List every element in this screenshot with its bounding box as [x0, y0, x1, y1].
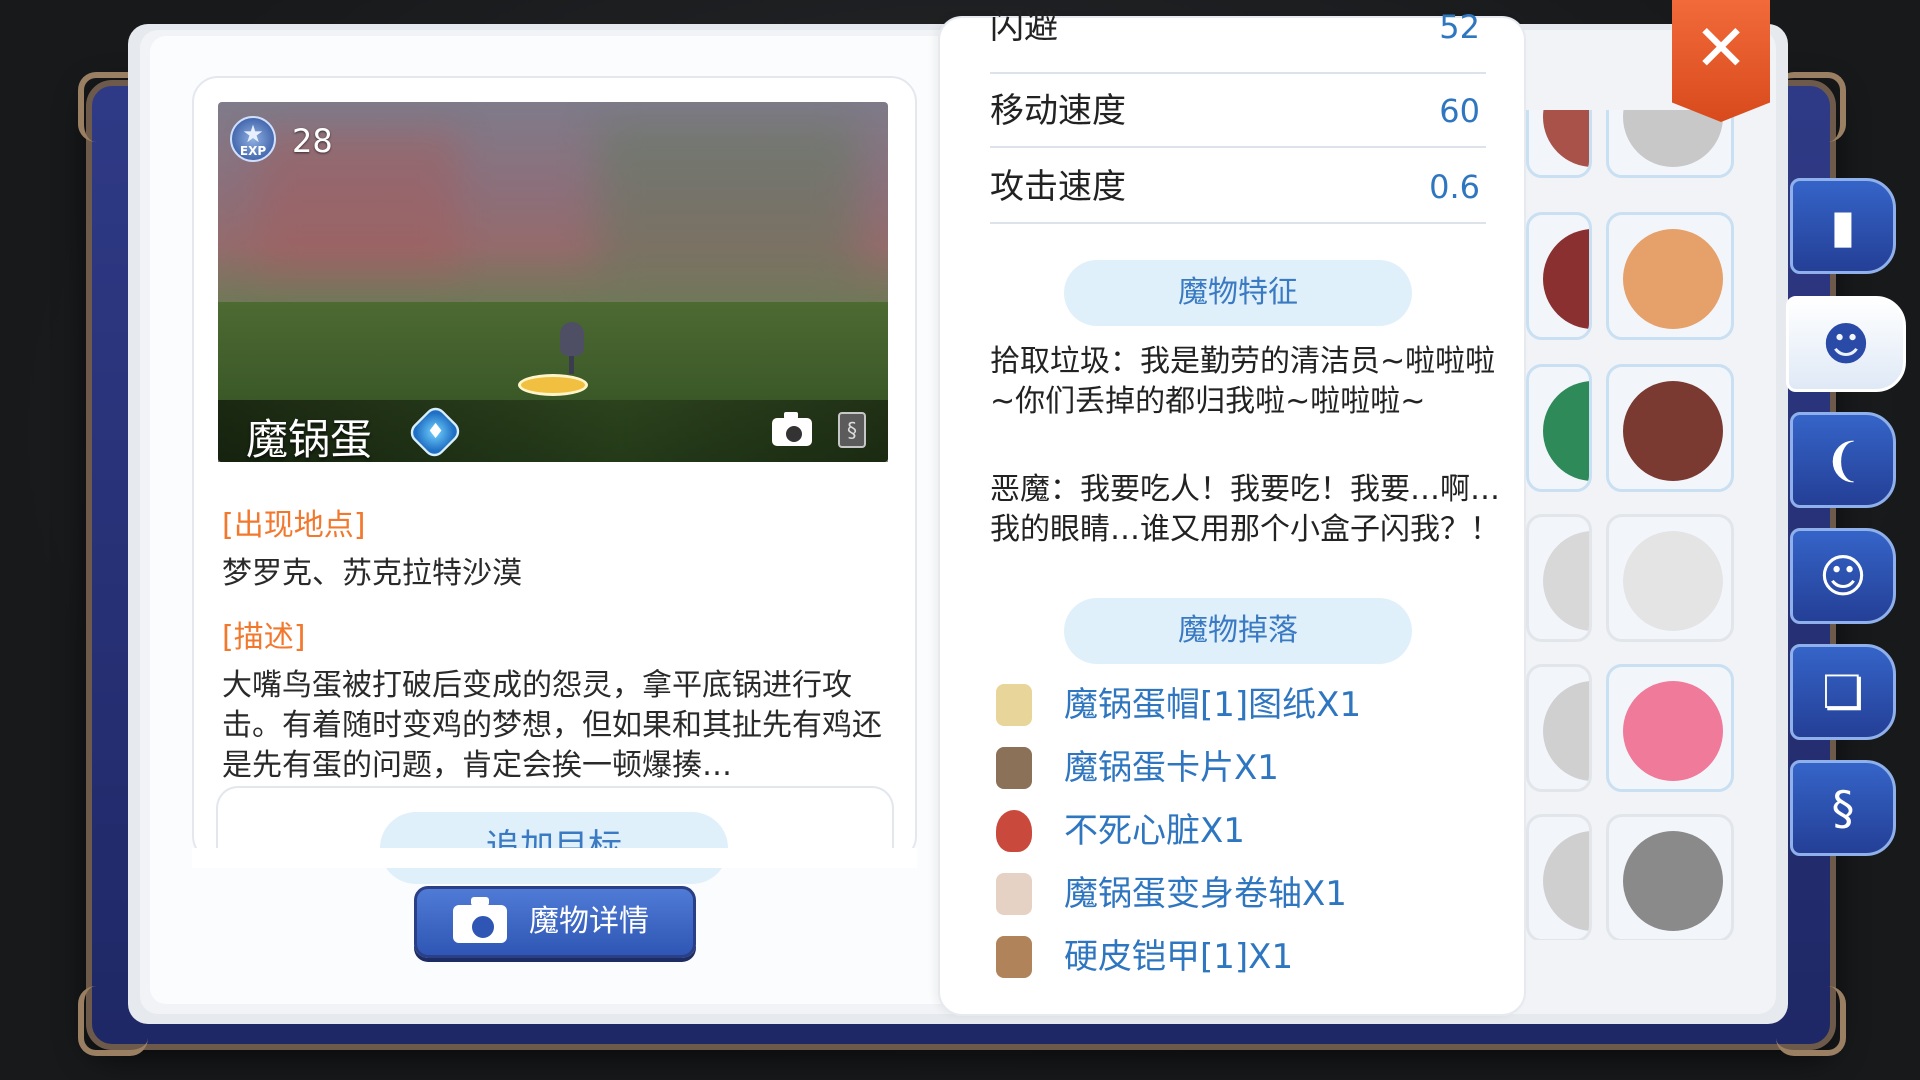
- monster-cell[interactable]: [1526, 814, 1592, 940]
- stat-row: 闪避 52: [990, 0, 1486, 74]
- monster-art: [1623, 831, 1723, 931]
- tab-monster[interactable]: ☻: [1786, 296, 1906, 392]
- scroll-icon: [996, 873, 1032, 915]
- monster-art: [1543, 681, 1589, 781]
- drop-name: 不死心脏X1: [1064, 811, 1245, 851]
- trait-text: 拾取垃圾：我是勤劳的清洁员~啦啦啦~你们丢掉的都归我啦~啦啦啦~: [990, 344, 1496, 419]
- monster-art: [1623, 110, 1723, 167]
- monster-cell[interactable]: [1606, 364, 1734, 492]
- trait-text: 恶魔：我要吃人！我要吃！我要…啊…我的眼睛…谁又用那个小盒子闪我？！: [990, 472, 1500, 547]
- tab-guide[interactable]: ❏: [1790, 644, 1896, 740]
- tab-card[interactable]: §: [1790, 760, 1896, 856]
- stat-value: 60: [1439, 92, 1480, 130]
- drop-item[interactable]: 魔锅蛋变身卷轴X1: [990, 863, 1490, 925]
- background-blur: [258, 132, 458, 272]
- monster-grid: [1526, 110, 1746, 940]
- exp-icon: ★ EXP: [230, 116, 276, 162]
- drop-item[interactable]: 魔锅蛋帽[1]图纸X1: [990, 674, 1490, 736]
- stat-label: 移动速度: [990, 91, 1126, 131]
- location-label: [出现地点]: [222, 508, 366, 543]
- monster-art: [1543, 531, 1589, 631]
- monster-cell-selected[interactable]: [1606, 664, 1734, 792]
- monster-name: 魔锅蛋: [246, 415, 373, 464]
- monster-art: [1543, 381, 1589, 481]
- drop-name: 魔锅蛋卡片X1: [1064, 748, 1279, 788]
- tab-horn[interactable]: ❨: [1790, 412, 1896, 508]
- star-icon: ★: [242, 120, 264, 148]
- tab-book[interactable]: ▮: [1790, 178, 1896, 274]
- monster-art: [1623, 229, 1723, 329]
- monster-cell[interactable]: [1526, 110, 1592, 178]
- description-text: 大嘴鸟蛋被打破后变成的怨灵，拿平底锅进行攻击。有着随时变鸡的梦想，但如果和其扯先…: [222, 668, 882, 783]
- monster-art: [1623, 531, 1723, 631]
- monster-cell[interactable]: [1526, 212, 1592, 340]
- description-label: [描述]: [222, 620, 306, 655]
- card-icon: §: [1831, 781, 1855, 835]
- monster-art: [1623, 381, 1723, 481]
- monster-cell[interactable]: [1606, 514, 1734, 642]
- monster-cell[interactable]: [1526, 664, 1592, 792]
- poring-art: [1623, 681, 1723, 781]
- drop-name: 硬皮铠甲[1]X1: [1064, 937, 1294, 977]
- drops-title: 魔物掉落: [1064, 598, 1412, 664]
- tab-npc[interactable]: ☺: [1790, 528, 1896, 624]
- drop-name: 魔锅蛋变身卷轴X1: [1064, 874, 1347, 914]
- monster-art: [1543, 831, 1589, 931]
- drop-item[interactable]: 魔锅蛋卡片X1: [990, 737, 1490, 799]
- drop-name: 魔锅蛋帽[1]图纸X1: [1064, 685, 1362, 725]
- open-book-icon: ❏: [1822, 665, 1864, 719]
- stat-row: 移动速度 60: [990, 74, 1486, 148]
- card-icon[interactable]: §: [838, 412, 866, 448]
- monster-art: [1543, 110, 1589, 167]
- horn-icon: ❨: [1823, 433, 1863, 487]
- book-icon: ▮: [1830, 199, 1856, 253]
- drop-item[interactable]: 不死心脏X1: [990, 800, 1490, 862]
- blueprint-icon: [996, 684, 1032, 726]
- camera-icon: [453, 897, 507, 943]
- monster-cell[interactable]: [1606, 814, 1734, 940]
- monster-cell[interactable]: [1606, 110, 1734, 178]
- armor-icon: [996, 936, 1032, 978]
- monster-cell[interactable]: [1526, 514, 1592, 642]
- stat-row: 攻击速度 0.6: [990, 150, 1486, 224]
- monster-sprite: [518, 374, 588, 396]
- close-icon: ✕: [1694, 12, 1748, 86]
- monster-detail-label: 魔物详情: [529, 904, 649, 939]
- drop-item[interactable]: 硬皮铠甲[1]X1: [990, 926, 1490, 988]
- monster-cell[interactable]: [1526, 364, 1592, 492]
- close-button[interactable]: ✕: [1672, 0, 1770, 122]
- stat-value: 52: [1439, 8, 1480, 46]
- location-value: 梦罗克、苏克拉特沙漠: [222, 556, 522, 591]
- frying-pan: [560, 322, 584, 356]
- stat-label: 攻击速度: [990, 167, 1126, 207]
- monster-detail-button[interactable]: 魔物详情: [414, 886, 696, 958]
- background-blur: [598, 122, 858, 282]
- monster-face-icon: ☻: [1822, 317, 1870, 371]
- stat-value: 0.6: [1429, 168, 1480, 206]
- stat-label: 闪避: [990, 7, 1058, 47]
- exp-value: 28: [292, 122, 333, 160]
- monster-art: [1543, 229, 1589, 329]
- camera-icon[interactable]: [772, 412, 812, 446]
- heart-icon: [996, 810, 1032, 852]
- card-icon: [996, 747, 1032, 789]
- traits-title: 魔物特征: [1064, 260, 1412, 326]
- monster-cell[interactable]: [1606, 212, 1734, 340]
- panel-bottom-edge: [192, 848, 917, 868]
- npc-icon: ☺: [1819, 549, 1867, 603]
